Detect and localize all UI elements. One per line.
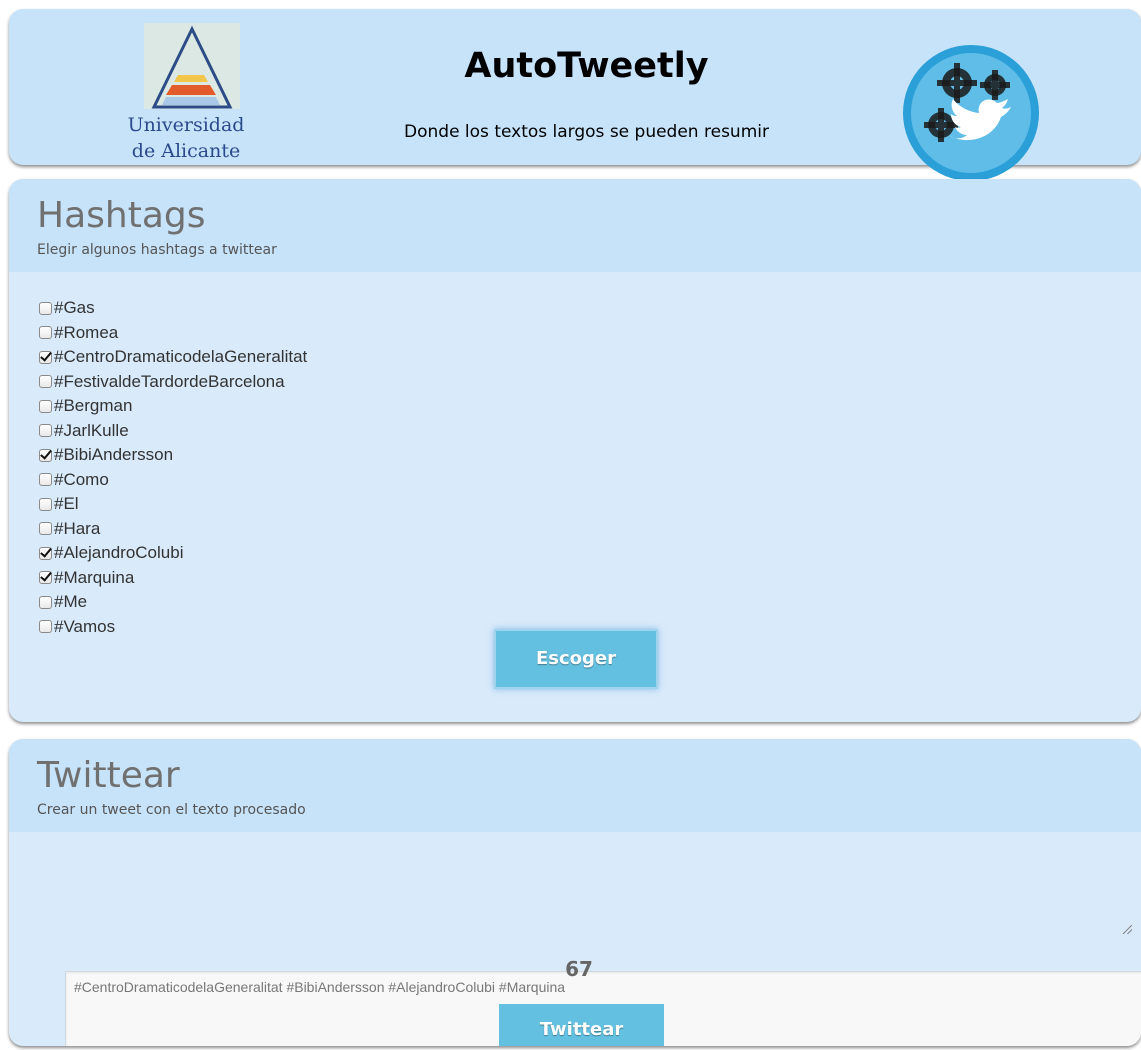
hashtag-item[interactable]: #BibiAndersson: [39, 443, 307, 468]
hashtag-item[interactable]: #Vamos: [39, 615, 307, 640]
checkbox-checked[interactable]: [39, 350, 52, 364]
hashtag-label[interactable]: #Hara: [54, 519, 100, 539]
checkbox[interactable]: [39, 497, 52, 511]
hashtag-label[interactable]: #Me: [54, 592, 87, 612]
hashtag-item[interactable]: #Como: [39, 468, 307, 493]
header-panel: Universidad de Alicante AutoTweetly Dond…: [9, 9, 1141, 181]
app-subtitle: Donde los textos largos se pueden resumi…: [404, 122, 769, 142]
choose-button[interactable]: Escoger: [496, 631, 656, 687]
tweet-section-header: Twittear Crear un tweet con el texto pro…: [9, 739, 1141, 832]
twitter-bird-gears-icon: [903, 45, 1039, 181]
hashtag-item[interactable]: #Gas: [39, 296, 307, 321]
checkbox[interactable]: [39, 473, 52, 487]
checkbox[interactable]: [39, 522, 52, 536]
tweet-description: Crear un tweet con el texto procesado: [37, 802, 306, 818]
hashtag-label[interactable]: #JarlKulle: [54, 421, 129, 441]
hashtag-label[interactable]: #FestivaldeTardordeBarcelona: [54, 372, 285, 392]
hashtag-label[interactable]: #Como: [54, 470, 109, 490]
checkbox-checked[interactable]: [39, 546, 52, 560]
checkbox[interactable]: [39, 375, 52, 389]
hashtag-item[interactable]: #Bergman: [39, 394, 307, 419]
hashtag-item[interactable]: #Romea: [39, 321, 307, 346]
checkbox[interactable]: [39, 326, 52, 340]
character-counter: 67: [565, 957, 593, 981]
tweet-title: Twittear: [37, 755, 180, 796]
university-name-line2: de Alicante: [131, 140, 241, 162]
hashtags-section: Hashtags Elegir algunos hashtags a twitt…: [9, 179, 1141, 722]
hashtag-label[interactable]: #Romea: [54, 323, 118, 343]
hashtag-item[interactable]: #CentroDramaticodelaGeneralitat: [39, 345, 307, 370]
resize-grip-icon[interactable]: [1123, 925, 1132, 934]
tweet-textarea-wrapper: #CentroDramaticodelaGeneralitat #BibiAnd…: [37, 855, 1141, 1046]
checkbox[interactable]: [39, 620, 52, 634]
hashtag-list: #Gas #Romea #CentroDramaticodelaGeneralita…: [39, 296, 307, 639]
hashtag-item[interactable]: #AlejandroColubi: [39, 541, 307, 566]
tweet-button[interactable]: Twittear: [499, 1004, 664, 1046]
hashtag-item[interactable]: #Marquina: [39, 566, 307, 591]
hashtags-section-header: Hashtags Elegir algunos hashtags a twitt…: [9, 179, 1141, 272]
hashtag-label[interactable]: #Marquina: [54, 568, 134, 588]
tweet-section: Twittear Crear un tweet con el texto pro…: [9, 739, 1141, 1046]
university-logo: Universidad de Alicante: [127, 17, 245, 165]
hashtags-title: Hashtags: [37, 195, 206, 236]
checkbox-checked[interactable]: [39, 448, 52, 462]
hashtag-item[interactable]: #JarlKulle: [39, 419, 307, 444]
hashtag-label[interactable]: #CentroDramaticodelaGeneralitat: [54, 347, 307, 367]
hashtag-label[interactable]: #AlejandroColubi: [54, 543, 183, 563]
hashtag-label[interactable]: #Gas: [54, 298, 95, 318]
checkbox[interactable]: [39, 595, 52, 609]
triangle-logo-icon: [144, 23, 240, 109]
hashtag-item[interactable]: #FestivaldeTardordeBarcelona: [39, 370, 307, 395]
checkbox-checked[interactable]: [39, 571, 52, 585]
app-title: AutoTweetly: [464, 46, 709, 86]
hashtags-description: Elegir algunos hashtags a twittear: [37, 242, 277, 258]
hashtag-item[interactable]: #Me: [39, 590, 307, 615]
checkbox[interactable]: [39, 424, 52, 438]
hashtag-label[interactable]: #BibiAndersson: [54, 445, 173, 465]
hashtag-label[interactable]: #Vamos: [54, 617, 115, 637]
hashtag-label[interactable]: #Bergman: [54, 396, 132, 416]
hashtag-item[interactable]: #El: [39, 492, 307, 517]
hashtag-item[interactable]: #Hara: [39, 517, 307, 542]
university-name-line1: Universidad: [127, 114, 245, 136]
hashtag-label[interactable]: #El: [54, 494, 79, 514]
checkbox[interactable]: [39, 301, 52, 315]
checkbox[interactable]: [39, 399, 52, 413]
